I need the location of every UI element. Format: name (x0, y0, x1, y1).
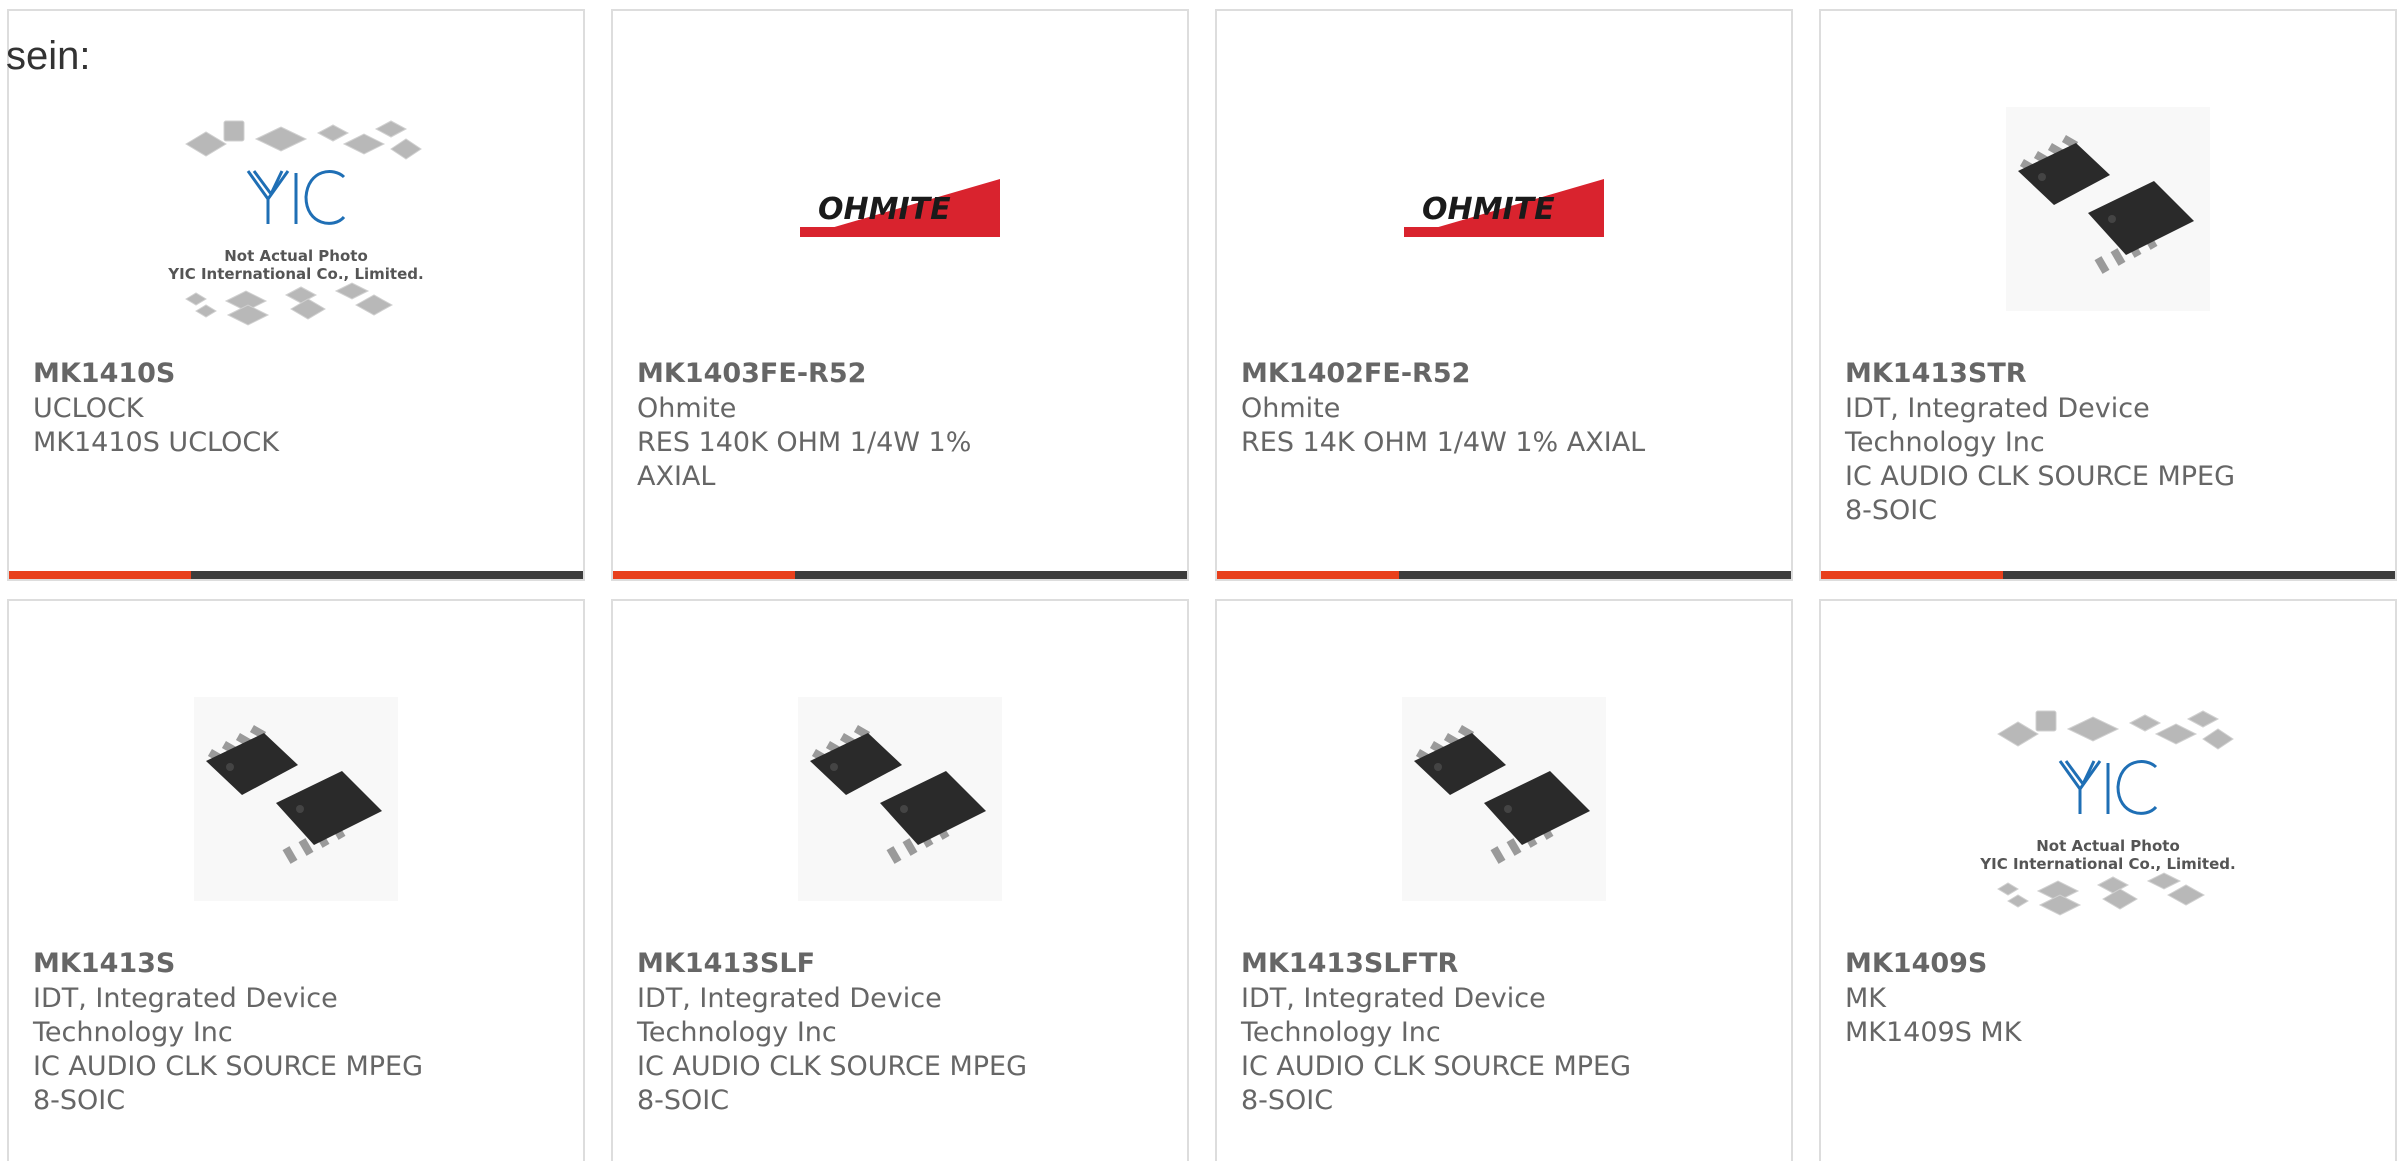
card-accent-segment (613, 571, 795, 579)
product-image[interactable] (1821, 69, 2395, 349)
part-number[interactable]: MK1402FE-R52 (1241, 357, 1470, 391)
card-accent-bar (1217, 571, 1791, 579)
part-number[interactable]: MK1403FE-R52 (637, 357, 866, 391)
product-image[interactable]: Not Actual Photo YIC International Co., … (9, 69, 583, 349)
card-accent-segment (1217, 571, 1399, 579)
soic-chip-icon (798, 697, 1002, 901)
description: IC AUDIO CLK SOURCE MPEG 8-SOIC (1845, 461, 2236, 526)
description: RES 14K OHM 1/4W 1% AXIAL (1241, 427, 1646, 458)
product-image[interactable]: Not Actual Photo YIC International Co., … (1821, 659, 2395, 939)
card-accent-bar (1821, 571, 2395, 579)
product-image[interactable] (613, 659, 1187, 939)
description: RES 140K OHM 1/4W 1% AXIAL (637, 427, 972, 492)
product-card[interactable]: OHMITE MK1402FE-R52 Ohmite RES 14K OHM 1… (1215, 9, 1793, 581)
ohmite-logo-icon: OHMITE (1404, 179, 1604, 237)
yic-logo-icon (2058, 760, 2158, 815)
card-accent-segment (1821, 571, 2003, 579)
manufacturer: UCLOCK (33, 393, 144, 424)
part-number[interactable]: MK1413S (33, 947, 175, 981)
part-number[interactable]: MK1413SLFTR (1241, 947, 1458, 981)
manufacturer-and-description: IDT, Integrated Device Technology Inc IC… (1845, 392, 2265, 528)
yic-placeholder-image: Not Actual Photo YIC International Co., … (167, 120, 424, 326)
manufacturer-and-description: MK MK1409S MK (1845, 982, 2265, 1050)
product-card[interactable]: OHMITE MK1403FE-R52 Ohmite RES 140K OHM … (611, 9, 1189, 581)
manufacturer-and-description: UCLOCK MK1410S UCLOCK (33, 392, 453, 460)
manufacturer-and-description: Ohmite RES 14K OHM 1/4W 1% AXIAL (1241, 392, 1661, 460)
soic-chip-icon (194, 697, 398, 901)
ohmite-logo-icon: OHMITE (800, 179, 1000, 237)
description: MK1410S UCLOCK (33, 427, 279, 458)
manufacturer: IDT, Integrated Device Technology Inc (1241, 983, 1546, 1048)
part-number[interactable]: MK1413STR (1845, 357, 2027, 391)
product-image[interactable]: OHMITE (1217, 69, 1791, 349)
description: IC AUDIO CLK SOURCE MPEG 8-SOIC (637, 1051, 1028, 1116)
manufacturer-and-description: IDT, Integrated Device Technology Inc IC… (637, 982, 1057, 1118)
product-card[interactable]: MK1413SLFTR IDT, Integrated Device Techn… (1215, 599, 1793, 1161)
ohmite-logo-text: OHMITE (1422, 192, 1555, 227)
product-image[interactable]: OHMITE (613, 69, 1187, 349)
manufacturer: IDT, Integrated Device Technology Inc (637, 983, 942, 1048)
manufacturer: MK (1845, 983, 1887, 1014)
ohmite-logo-text: OHMITE (818, 192, 951, 227)
product-card[interactable]: MK1413SLF IDT, Integrated Device Technol… (611, 599, 1189, 1161)
description: MK1409S MK (1845, 1017, 2022, 1048)
part-number[interactable]: MK1410S (33, 357, 175, 391)
product-card[interactable]: Not Actual Photo YIC International Co., … (7, 9, 585, 581)
card-accent-bar (9, 571, 583, 579)
not-actual-photo-caption: Not Actual Photo (224, 247, 368, 265)
soic-chip-icon (2006, 107, 2210, 311)
manufacturer: Ohmite (1241, 393, 1341, 424)
manufacturer-and-description: Ohmite RES 140K OHM 1/4W 1% AXIAL (637, 392, 1057, 494)
manufacturer: IDT, Integrated Device Technology Inc (1845, 393, 2150, 458)
description: IC AUDIO CLK SOURCE MPEG 8-SOIC (33, 1051, 424, 1116)
product-image[interactable] (9, 659, 583, 939)
manufacturer: Ohmite (637, 393, 737, 424)
not-actual-photo-caption: Not Actual Photo (2036, 837, 2180, 855)
yic-placeholder-image: Not Actual Photo YIC International Co., … (1979, 710, 2236, 916)
product-card[interactable]: MK1413STR IDT, Integrated Device Technol… (1819, 9, 2397, 581)
description: IC AUDIO CLK SOURCE MPEG 8-SOIC (1241, 1051, 1632, 1116)
yic-company-caption: YIC International Co., Limited. (1979, 855, 2235, 873)
part-number[interactable]: MK1409S (1845, 947, 1987, 981)
manufacturer: IDT, Integrated Device Technology Inc (33, 983, 338, 1048)
soic-chip-icon (1402, 697, 1606, 901)
manufacturer-and-description: IDT, Integrated Device Technology Inc IC… (1241, 982, 1661, 1118)
manufacturer-and-description: IDT, Integrated Device Technology Inc IC… (33, 982, 453, 1118)
card-accent-segment (9, 571, 191, 579)
product-card[interactable]: Not Actual Photo YIC International Co., … (1819, 599, 2397, 1161)
product-card[interactable]: MK1413S IDT, Integrated Device Technolog… (7, 599, 585, 1161)
yic-logo-icon (246, 170, 346, 225)
part-number[interactable]: MK1413SLF (637, 947, 815, 981)
product-image[interactable] (1217, 659, 1791, 939)
yic-company-caption: YIC International Co., Limited. (167, 265, 423, 283)
product-grid-page: sein: Not Actual Photo YIC International… (0, 0, 2400, 1161)
card-accent-bar (613, 571, 1187, 579)
lead-text: sein: (6, 34, 91, 78)
